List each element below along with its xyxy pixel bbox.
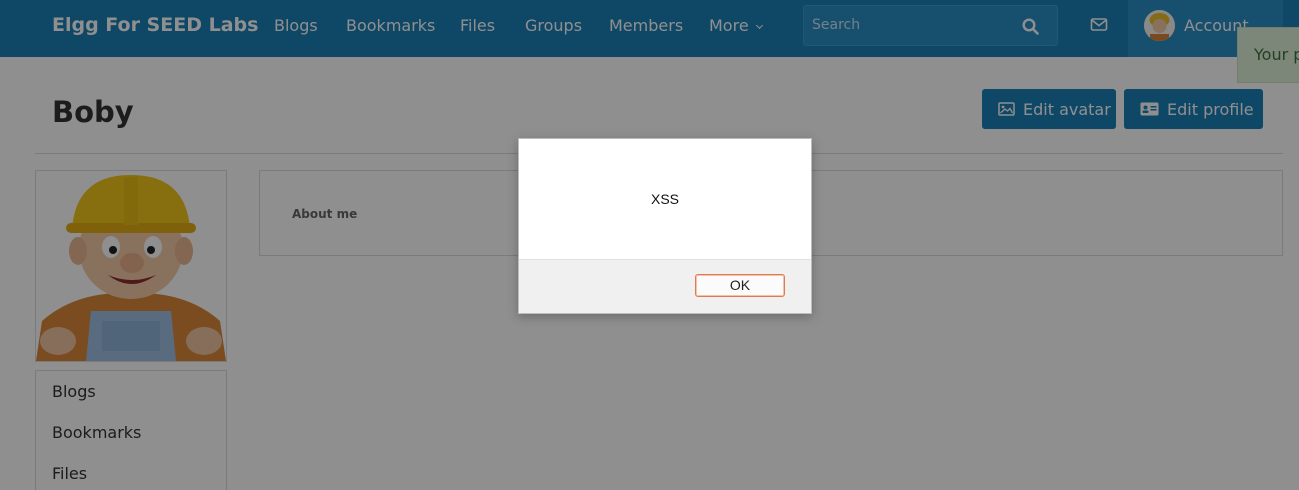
alert-footer: OK [519, 259, 811, 313]
alert-message: XSS [650, 191, 679, 207]
alert-dialog: XSS OK [518, 138, 812, 314]
ok-button[interactable]: OK [695, 274, 785, 297]
